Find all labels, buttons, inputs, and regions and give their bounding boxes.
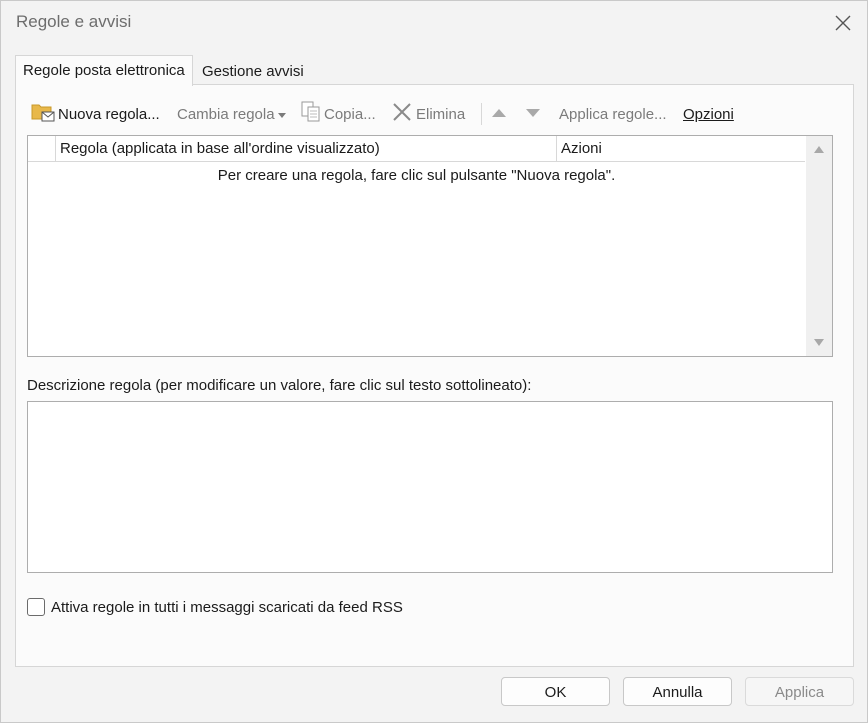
delete-label: Elimina — [416, 105, 466, 123]
rules-toolbar: Nuova regola... Cambia regola Copia... E… — [28, 99, 838, 129]
options-label: Opzioni — [683, 105, 734, 123]
copy-label: Copia... — [324, 105, 376, 123]
column-header-rule[interactable]: Regola (applicata in base all'ordine vis… — [60, 136, 380, 161]
folder-envelope-icon — [31, 101, 55, 127]
rss-rules-label: Attiva regole in tutti i messaggi scaric… — [51, 598, 403, 616]
change-rule-label: Cambia regola — [177, 105, 275, 123]
new-rule-label: Nuova regola... — [58, 105, 160, 123]
triangle-down-icon — [525, 106, 541, 123]
apply-button[interactable]: Applica — [745, 677, 854, 706]
rules-list-scrollbar[interactable] — [806, 136, 832, 356]
move-down-button[interactable] — [525, 99, 544, 129]
scroll-down-icon[interactable] — [814, 339, 824, 346]
toolbar-separator — [481, 103, 482, 125]
ok-button[interactable]: OK — [501, 677, 610, 706]
tab-email-rules[interactable]: Regole posta elettronica — [15, 55, 193, 86]
title-bar: Regole e avvisi — [1, 1, 867, 45]
rss-rules-checkbox[interactable] — [27, 598, 45, 616]
new-rule-button[interactable]: Nuova regola... — [31, 99, 160, 129]
close-icon[interactable] — [831, 11, 855, 35]
copy-icon — [301, 101, 321, 127]
chevron-down-icon — [277, 106, 286, 123]
rules-alerts-dialog: Regole e avvisi Regole posta elettronica… — [0, 0, 868, 723]
apply-rules-button[interactable]: Applica regole... — [559, 99, 667, 129]
change-rule-button[interactable]: Cambia regola — [177, 99, 289, 129]
apply-rules-label: Applica regole... — [559, 105, 667, 123]
rules-empty-message: Per creare una regola, fare clic sul pul… — [217, 167, 616, 184]
cancel-button[interactable]: Annulla — [623, 677, 732, 706]
tab-manage-alerts[interactable]: Gestione avvisi — [195, 59, 311, 85]
rule-description-box[interactable] — [27, 401, 833, 573]
column-header-actions[interactable]: Azioni — [561, 136, 602, 161]
scroll-up-icon[interactable] — [814, 146, 824, 153]
rule-description-label: Descrizione regola (per modificare un va… — [27, 377, 532, 394]
column-divider — [55, 136, 56, 161]
copy-button[interactable]: Copia... — [301, 99, 376, 129]
rss-rules-option[interactable]: Attiva regole in tutti i messaggi scaric… — [27, 598, 403, 616]
email-rules-panel: Nuova regola... Cambia regola Copia... E… — [15, 84, 854, 667]
move-up-button[interactable] — [491, 99, 510, 129]
rules-list-header: Regola (applicata in base all'ordine vis… — [28, 136, 805, 162]
options-button[interactable]: Opzioni — [683, 99, 734, 129]
delete-button[interactable]: Elimina — [391, 99, 465, 129]
x-icon — [391, 101, 413, 127]
column-divider — [556, 136, 557, 161]
window-title: Regole e avvisi — [16, 12, 132, 31]
rules-list[interactable]: Regola (applicata in base all'ordine vis… — [27, 135, 833, 357]
triangle-up-icon — [491, 106, 507, 123]
